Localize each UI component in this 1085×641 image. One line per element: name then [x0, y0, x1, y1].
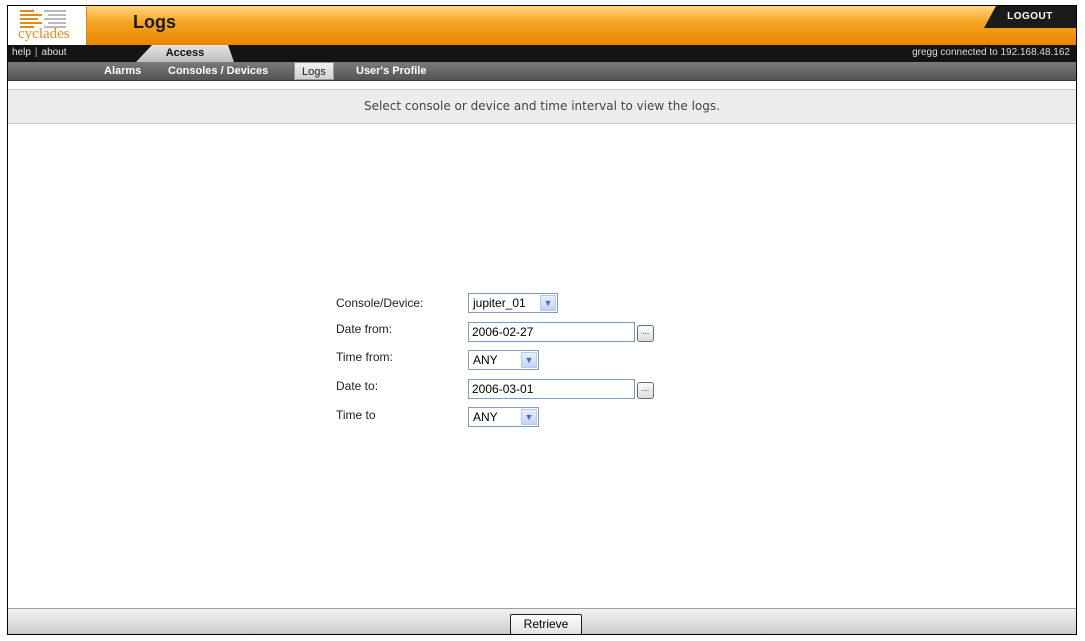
time-from-label: Time from: [336, 350, 393, 364]
subnav-item-logs[interactable]: Logs [294, 62, 334, 80]
console-device-value: jupiter_01 [473, 296, 526, 310]
help-links: help | about [12, 47, 67, 58]
chevron-down-icon: ▼ [540, 295, 556, 311]
header-bar: cyclades Logs LOGOUT [8, 6, 1076, 45]
tab-access[interactable]: Access [136, 45, 234, 62]
date-to-input[interactable] [468, 379, 635, 399]
subnav-item-consoles-devices[interactable]: Consoles / Devices [168, 62, 268, 80]
date-to-calendar-button[interactable]: ... [637, 382, 654, 399]
date-from-label: Date from: [336, 322, 393, 336]
console-device-label: Console/Device: [336, 296, 424, 310]
cyclades-logo: cyclades [8, 6, 87, 45]
console-device-select[interactable]: jupiter_01 ▼ [468, 293, 558, 313]
logo-text: cyclades [18, 26, 70, 42]
time-to-select[interactable]: ANY ▼ [468, 407, 539, 427]
subnav-item-users-profile[interactable]: User's Profile [356, 62, 426, 80]
date-to-label: Date to: [336, 379, 379, 393]
chevron-down-icon: ▼ [521, 352, 537, 368]
link-separator: | [34, 47, 38, 58]
time-from-value: ANY [473, 353, 498, 367]
footer-bar: Retrieve [8, 608, 1076, 634]
about-link[interactable]: about [42, 47, 67, 58]
chevron-down-icon: ▼ [521, 409, 537, 425]
date-from-input[interactable] [468, 322, 635, 342]
instruction-text: Select console or device and time interv… [8, 89, 1076, 124]
date-from-calendar-button[interactable]: ... [637, 325, 654, 342]
subnav-item-alarms[interactable]: Alarms [104, 62, 141, 80]
time-from-select[interactable]: ANY ▼ [468, 350, 539, 370]
retrieve-button[interactable]: Retrieve [510, 614, 582, 634]
page-title: Logs [133, 12, 176, 32]
time-to-value: ANY [473, 410, 498, 424]
app-window: cyclades Logs LOGOUT help | about Access g… [7, 5, 1077, 635]
help-link[interactable]: help [12, 47, 31, 58]
sub-nav: Alarms Consoles / Devices Logs User's Pr… [8, 62, 1076, 81]
time-to-label: Time to [336, 408, 376, 422]
connection-info: gregg connected to 192.168.48.162 [912, 47, 1070, 58]
logout-button[interactable]: LOGOUT [984, 6, 1076, 28]
